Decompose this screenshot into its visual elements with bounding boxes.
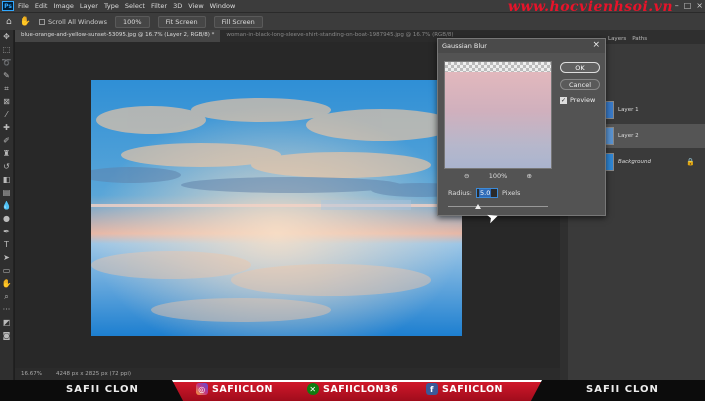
tab-paths[interactable]: Paths <box>632 36 647 44</box>
cancel-button[interactable]: Cancel <box>560 79 600 90</box>
pen-tool-icon[interactable]: ✒ <box>0 225 13 238</box>
preview-label: Preview <box>570 96 596 104</box>
eyedropper-tool-icon[interactable]: ⁄ <box>0 108 13 121</box>
menu-view[interactable]: View <box>188 2 203 10</box>
preview-image <box>445 72 551 168</box>
eraser-tool-icon[interactable]: ◧ <box>0 173 13 186</box>
dialog-title: Gaussian Blur <box>438 39 605 53</box>
preview-checkbox[interactable]: ✓ Preview <box>560 96 595 104</box>
zoom-level: 100% <box>488 172 508 180</box>
layer-name: Background <box>618 159 651 165</box>
rectangle-tool-icon[interactable]: ▭ <box>0 264 13 277</box>
quick-select-tool-icon[interactable]: ✎ <box>0 69 13 82</box>
status-zoom[interactable]: 16.67% <box>21 371 42 377</box>
lock-icon: 🔒 <box>686 158 695 166</box>
main-menu: File Edit Image Layer Type Select Filter… <box>18 2 235 10</box>
xbox-handle: ✕ SAFIICLON36 <box>307 383 398 395</box>
radius-row: Radius: 5.0 Pixels <box>448 188 520 198</box>
path-select-tool-icon[interactable]: ➤ <box>0 251 13 264</box>
clone-stamp-tool-icon[interactable]: ♜ <box>0 147 13 160</box>
photoshop-logo: Ps <box>2 1 14 11</box>
window-controls: – □ × <box>675 1 703 10</box>
scroll-all-checkbox[interactable] <box>38 18 45 25</box>
blur-tool-icon[interactable]: 💧 <box>0 199 13 212</box>
status-bar: 16.67% 4248 px x 2825 px (72 ppi) <box>15 368 560 380</box>
zoom-tool-icon[interactable]: ⌕ <box>0 290 13 303</box>
preview-zoom-controls: ⊖ 100% ⊕ <box>464 172 532 180</box>
zoom-100-button[interactable]: 100% <box>114 15 150 28</box>
facebook-label: SAFIICLON <box>442 383 503 395</box>
menu-layer[interactable]: Layer <box>80 2 98 10</box>
blur-preview[interactable] <box>444 61 552 169</box>
facebook-handle: f SAFIICLON <box>426 383 503 395</box>
frame-tool-icon[interactable]: ⊠ <box>0 95 13 108</box>
transparency-checker <box>445 62 551 72</box>
menu-select[interactable]: Select <box>125 2 145 10</box>
xbox-icon: ✕ <box>307 383 319 395</box>
menu-bar: Ps File Edit Image Layer Type Select Fil… <box>0 0 705 15</box>
zoom-out-icon[interactable]: ⊖ <box>464 172 469 180</box>
menu-type[interactable]: Type <box>104 2 119 10</box>
maximize-icon[interactable]: □ <box>684 1 692 10</box>
history-brush-tool-icon[interactable]: ↺ <box>0 160 13 173</box>
crop-tool-icon[interactable]: ⌗ <box>0 82 13 95</box>
color-swatches-icon[interactable]: ◩ <box>0 316 13 329</box>
radius-value: 5.0 <box>479 189 492 197</box>
healing-brush-tool-icon[interactable]: ✚ <box>0 121 13 134</box>
fill-screen-button[interactable]: Fill Screen <box>213 15 263 28</box>
xbox-label: SAFIICLON36 <box>323 383 399 395</box>
marquee-tool-icon[interactable]: ⬚ <box>0 43 13 56</box>
gradient-tool-icon[interactable]: ▤ <box>0 186 13 199</box>
fit-screen-button[interactable]: Fit Screen <box>157 15 206 28</box>
more-tools-icon[interactable]: ··· <box>0 303 13 316</box>
tab-layers[interactable]: Layers <box>608 36 626 44</box>
dodge-tool-icon[interactable]: ● <box>0 212 13 225</box>
instagram-label: SAFIICLON <box>212 383 273 395</box>
menu-filter[interactable]: Filter <box>151 2 167 10</box>
tools-panel: ✥ ⬚ ➰ ✎ ⌗ ⊠ ⁄ ✚ ✐ ♜ ↺ ◧ ▤ 💧 ● ✒ T ➤ ▭ ✋ … <box>0 30 14 380</box>
options-bar: ⌂ ✋ Scroll All Windows 100% Fit Screen F… <box>0 12 705 30</box>
menu-edit[interactable]: Edit <box>35 2 48 10</box>
sunset-image <box>91 80 462 336</box>
sunset-photo <box>91 80 462 336</box>
home-icon[interactable]: ⌂ <box>6 17 12 27</box>
hand-tool-icon[interactable]: ✋ <box>20 17 31 27</box>
type-tool-icon[interactable]: T <box>0 238 13 251</box>
instagram-handle: ◎ SAFIICLON <box>196 383 273 395</box>
minimize-icon[interactable]: – <box>675 1 679 10</box>
ok-button[interactable]: OK <box>560 62 600 73</box>
menu-image[interactable]: Image <box>53 2 73 10</box>
tab-woman-document[interactable]: woman-in-black-long-sleeve-shirt-standin… <box>220 30 460 42</box>
radius-unit: Pixels <box>502 189 521 197</box>
checkmark-icon[interactable]: ✓ <box>560 96 567 104</box>
banner-right-name: SAFII CLON <box>586 384 659 395</box>
layer-name: Layer 2 <box>618 133 639 139</box>
zoom-in-icon[interactable]: ⊕ <box>527 172 532 180</box>
gaussian-blur-dialog: Gaussian Blur × OK Cancel ✓ Preview ⊖ 10… <box>437 38 606 216</box>
quick-mask-icon[interactable]: ◙ <box>0 329 13 342</box>
scroll-all-windows-option[interactable]: Scroll All Windows <box>38 17 107 26</box>
radius-slider-thumb[interactable] <box>475 204 481 209</box>
menu-window[interactable]: Window <box>210 2 236 10</box>
status-doc-size: 4248 px x 2825 px (72 ppi) <box>55 371 132 377</box>
tab-sunset-document[interactable]: blue-orange-and-yellow-sunset-53095.jpg … <box>15 30 221 42</box>
menu-3d[interactable]: 3D <box>173 2 182 10</box>
move-tool-icon[interactable]: ✥ <box>0 30 13 43</box>
brush-tool-icon[interactable]: ✐ <box>0 134 13 147</box>
menu-file[interactable]: File <box>18 2 29 10</box>
radius-slider-track[interactable] <box>448 206 548 207</box>
facebook-icon: f <box>426 383 438 395</box>
instagram-icon: ◎ <box>196 383 208 395</box>
banner-left-name: SAFII CLON <box>66 384 139 395</box>
hand-tool-icon[interactable]: ✋ <box>0 277 13 290</box>
close-icon[interactable]: × <box>696 1 703 10</box>
radius-input[interactable]: 5.0 <box>476 188 498 198</box>
radius-label: Radius: <box>448 189 472 197</box>
layer-name: Layer 1 <box>618 107 639 113</box>
lasso-tool-icon[interactable]: ➰ <box>0 56 13 69</box>
scroll-all-label: Scroll All Windows <box>47 17 107 26</box>
close-icon[interactable]: × <box>592 40 600 50</box>
